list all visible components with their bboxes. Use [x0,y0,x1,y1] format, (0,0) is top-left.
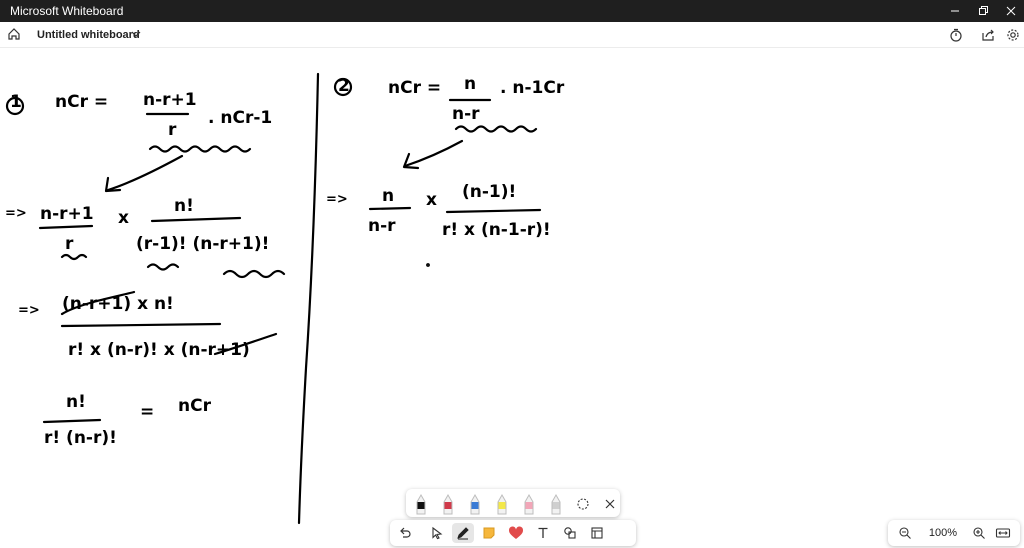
whiteboard-canvas[interactable]: 1 nCr = n-r+1 r . nCr-1 => n-r+1 r x n! … [0,48,1024,548]
timer-icon [950,28,962,42]
implies-arrow: => [18,303,40,318]
fit-screen-icon [995,528,1011,538]
equation-numerator: n-r+1 [143,90,197,110]
close-icon[interactable] [603,493,617,515]
templates-button[interactable] [586,523,608,543]
equation-lhs: nCr = [388,78,442,98]
step1-denominator: (r-1)! (n-r+1)! [136,234,270,254]
step1-frac-denominator: r [65,234,74,254]
board-name[interactable]: Untitled whiteboard [37,29,140,41]
step2-numerator: (n-r+1) x n! [62,294,174,314]
ruler[interactable] [549,493,563,515]
settings-button[interactable] [1003,26,1023,44]
equation-numerator: n [464,74,477,94]
fit-to-screen-button[interactable] [994,524,1012,542]
sticky-note-button[interactable] [478,523,500,543]
templates-icon [591,527,603,539]
zoom-in-icon [973,527,985,539]
text-button[interactable] [532,523,554,543]
zoom-out-button[interactable] [896,524,914,542]
step1-frac-numerator: n-r+1 [40,204,94,224]
underline-squiggle [60,253,88,261]
fraction-bar [42,418,102,424]
step1-numerator: (n-1)! [462,182,517,202]
chevron-down-icon[interactable] [130,28,142,40]
minimize-icon [951,10,959,12]
equation-tail: . n-1Cr [500,78,565,98]
text-icon [538,527,548,538]
zoom-out-icon [899,527,911,539]
step1-numerator: n! [174,196,194,216]
shapes-icon [564,527,576,539]
step2-denominator: r! x (n-r)! x (n-r+1) [68,340,250,360]
home-icon [8,28,20,40]
reaction-button[interactable] [505,523,527,543]
zoom-in-button[interactable] [970,524,988,542]
close-button[interactable] [994,0,1024,22]
equation-label-2: 2 [338,76,350,96]
underline-squiggle [146,263,180,271]
underline-squiggle [148,145,252,153]
pink-highlighter[interactable] [522,493,536,515]
share-icon [982,29,994,41]
red-pen[interactable] [441,493,455,515]
undo-icon [400,527,411,538]
reaction-icon [508,526,524,539]
step1-frac-numerator: n [382,186,395,206]
zoom-controls: 100% [888,520,1020,546]
result-rhs: nCr [178,396,211,416]
times-sign: x [118,208,129,228]
undo-button[interactable] [394,523,416,543]
close-icon [1006,6,1016,16]
fraction-bar [150,216,242,223]
shapes-button[interactable] [559,523,581,543]
underline-squiggle [454,125,538,133]
ink-dot [426,263,430,267]
select-icon [432,526,443,540]
fraction-bar [445,208,542,214]
restore-icon [979,6,988,15]
equation-label-1: 1 [10,92,22,112]
equation-denominator: n-r [452,104,480,124]
home-button[interactable] [6,26,24,44]
implies-arrow: => [326,192,348,207]
bottom-toolbar [390,520,636,546]
equation-lhs: nCr = [55,92,109,112]
step1-denominator: r! x (n-1-r)! [442,220,551,240]
divider-stroke [297,72,320,525]
times-sign: x [426,190,437,210]
equation-denominator: r [168,120,177,140]
equation-tail: . nCr-1 [208,108,273,128]
pen-icon [457,527,469,540]
result-equals: = [140,402,155,422]
result-denominator: r! (n-r)! [44,428,117,448]
arrow-stroke [403,139,464,168]
app-header: Untitled whiteboard [0,22,1024,48]
timer-button[interactable] [946,26,966,44]
underline-squiggle [222,269,286,279]
settings-icon [1007,29,1019,41]
step1-frac-denominator: n-r [368,216,396,236]
share-button[interactable] [978,26,998,44]
zoom-level: 100% [928,527,958,539]
pen-tray [406,489,620,517]
fraction-bar [368,206,412,211]
window-titlebar: Microsoft Whiteboard [0,0,1024,22]
black-pen[interactable] [414,493,428,515]
lasso-icon[interactable] [576,493,590,515]
implies-arrow: => [5,206,27,221]
yellow-highlighter[interactable] [495,493,509,515]
pen-button[interactable] [452,523,474,543]
fraction-bar [38,224,94,230]
window-title: Microsoft Whiteboard [10,4,124,18]
result-numerator: n! [66,392,86,412]
blue-pen[interactable] [468,493,482,515]
arrow-stroke [106,154,184,192]
select-button[interactable] [426,523,448,543]
sticky-note-icon [483,527,495,539]
fraction-bar [60,322,222,328]
